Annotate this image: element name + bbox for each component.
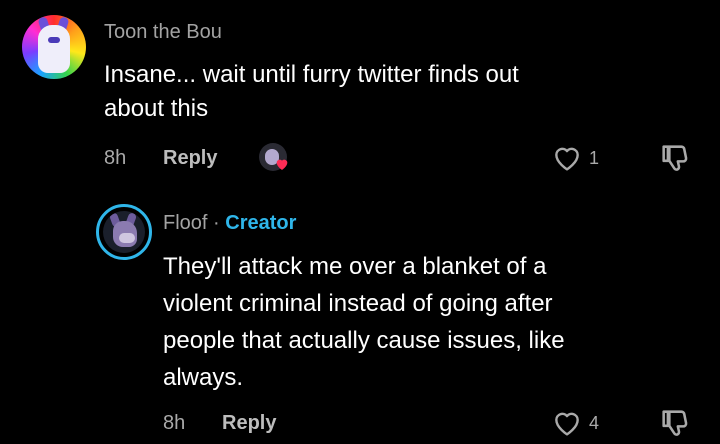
creator-avatar[interactable] (96, 204, 152, 260)
comment-text-line: people that actually cause issues, like (163, 327, 565, 354)
comment-text-line: always. (163, 364, 244, 391)
reply-button[interactable]: Reply (163, 147, 217, 170)
avatar[interactable] (22, 15, 86, 79)
heart-outline-icon[interactable] (550, 142, 584, 174)
comment-text-line: about this (104, 95, 209, 122)
thumbs-down-icon[interactable] (658, 141, 692, 175)
comment-text-line: They'll attack me over a blanket of a (163, 253, 547, 280)
comment-text-line: Insane... wait until furry twitter finds… (104, 61, 519, 88)
separator-dot: · (213, 212, 220, 234)
thumbs-down-icon[interactable] (658, 406, 692, 440)
comment-timestamp: 8h (163, 412, 186, 434)
creator-badge: Creator (225, 212, 297, 234)
comment-timestamp: 8h (104, 147, 127, 169)
reply-button[interactable]: Reply (222, 412, 276, 435)
like-count: 4 (589, 413, 600, 433)
comment-username[interactable]: Toon the Bou (104, 21, 222, 44)
like-count: 1 (589, 148, 600, 168)
creator-liked-heart-icon (276, 159, 288, 170)
reply-username-line: Floof · Creator (163, 212, 296, 235)
comment-username[interactable]: Floof (163, 212, 207, 234)
comment-text-line: violent criminal instead of going after (163, 290, 553, 317)
heart-outline-icon[interactable] (550, 407, 584, 439)
